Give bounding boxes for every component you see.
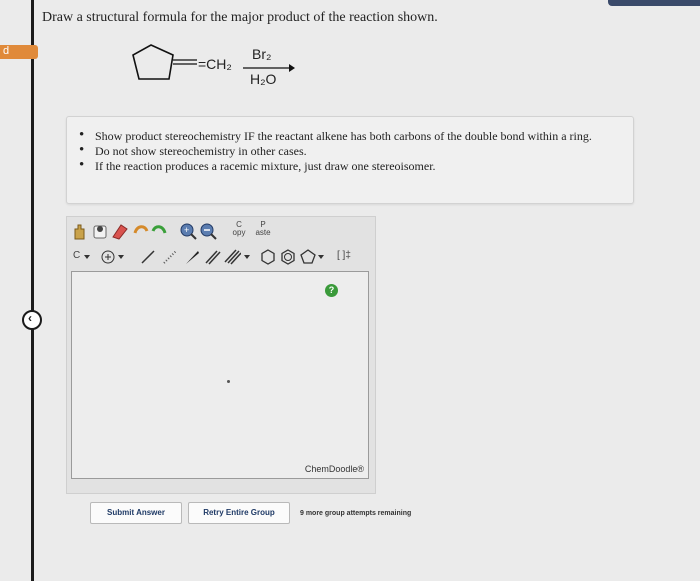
- svg-text:+: +: [184, 225, 189, 235]
- single-bond-icon[interactable]: [139, 247, 157, 267]
- chevron-left-icon: ‹: [28, 311, 32, 325]
- reagent-top: Br₂: [252, 46, 272, 62]
- pentagon-ring-icon[interactable]: [299, 247, 317, 267]
- cyclopentane-ring: [132, 44, 174, 80]
- editor-toolbar-top: + C opy P aste: [69, 221, 369, 243]
- dropdown-arrow-icon[interactable]: [317, 247, 335, 267]
- zoom-out-icon[interactable]: [199, 221, 217, 241]
- top-right-tab[interactable]: [608, 0, 700, 6]
- question-text: Draw a structural formula for the major …: [42, 10, 438, 25]
- progress-tag[interactable]: d: [0, 45, 38, 59]
- triple-bond-icon[interactable]: [223, 247, 241, 267]
- wedge-bond-icon[interactable]: [183, 247, 201, 267]
- instruction-item: Do not show stereochemistry in other cas…: [79, 143, 633, 159]
- editor-toolbar-bottom: C [ ]‡: [69, 247, 369, 269]
- help-icon[interactable]: ?: [325, 284, 338, 297]
- instruction-item: Show product stereochemistry IF the reac…: [79, 128, 633, 144]
- eraser-icon[interactable]: [111, 221, 129, 241]
- charge-plus-icon[interactable]: [99, 247, 117, 267]
- instructions-box: Show product stereochemistry IF the reac…: [66, 116, 634, 204]
- hand-icon[interactable]: [71, 221, 89, 241]
- copy-button[interactable]: C opy: [229, 221, 249, 241]
- chemdoodle-editor: + C opy P aste C [ ]‡ ? ChemDoodle®: [66, 216, 376, 494]
- chemdoodle-watermark: ChemDoodle®: [304, 464, 364, 474]
- reagent-bottom: H₂O: [250, 71, 277, 87]
- left-rule: [31, 0, 34, 581]
- dropdown-arrow-icon[interactable]: [117, 247, 135, 267]
- page: d ‹ Draw a structural formula for the ma…: [0, 0, 700, 581]
- reaction-scheme: =CH₂ Br₂ H₂O: [125, 35, 315, 95]
- double-bond-icon[interactable]: [203, 247, 221, 267]
- hashed-bond-icon[interactable]: [161, 247, 179, 267]
- bracket-tool[interactable]: [ ]‡: [337, 250, 351, 261]
- retry-entire-group-button[interactable]: Retry Entire Group: [188, 502, 290, 524]
- drawing-canvas[interactable]: ? ChemDoodle®: [71, 271, 369, 479]
- paste-button[interactable]: P aste: [253, 221, 273, 241]
- arrow-head-icon: [289, 64, 295, 72]
- attempts-remaining: 9 more group attempts remaining: [300, 510, 412, 517]
- collapse-button[interactable]: ‹: [22, 310, 42, 330]
- element-selector[interactable]: C: [73, 250, 80, 261]
- redo-icon[interactable]: [151, 221, 169, 241]
- canvas-dot: [227, 380, 230, 383]
- undo-icon[interactable]: [131, 221, 149, 241]
- lasso-icon[interactable]: [91, 221, 109, 241]
- hexagon-ring-icon[interactable]: [259, 247, 277, 267]
- instruction-item: If the reaction produces a racemic mixtu…: [79, 158, 633, 174]
- zoom-in-icon[interactable]: +: [179, 221, 197, 241]
- substituent-label: =CH₂: [198, 56, 232, 72]
- submit-answer-button[interactable]: Submit Answer: [90, 502, 182, 524]
- benzene-ring-icon[interactable]: [279, 247, 297, 267]
